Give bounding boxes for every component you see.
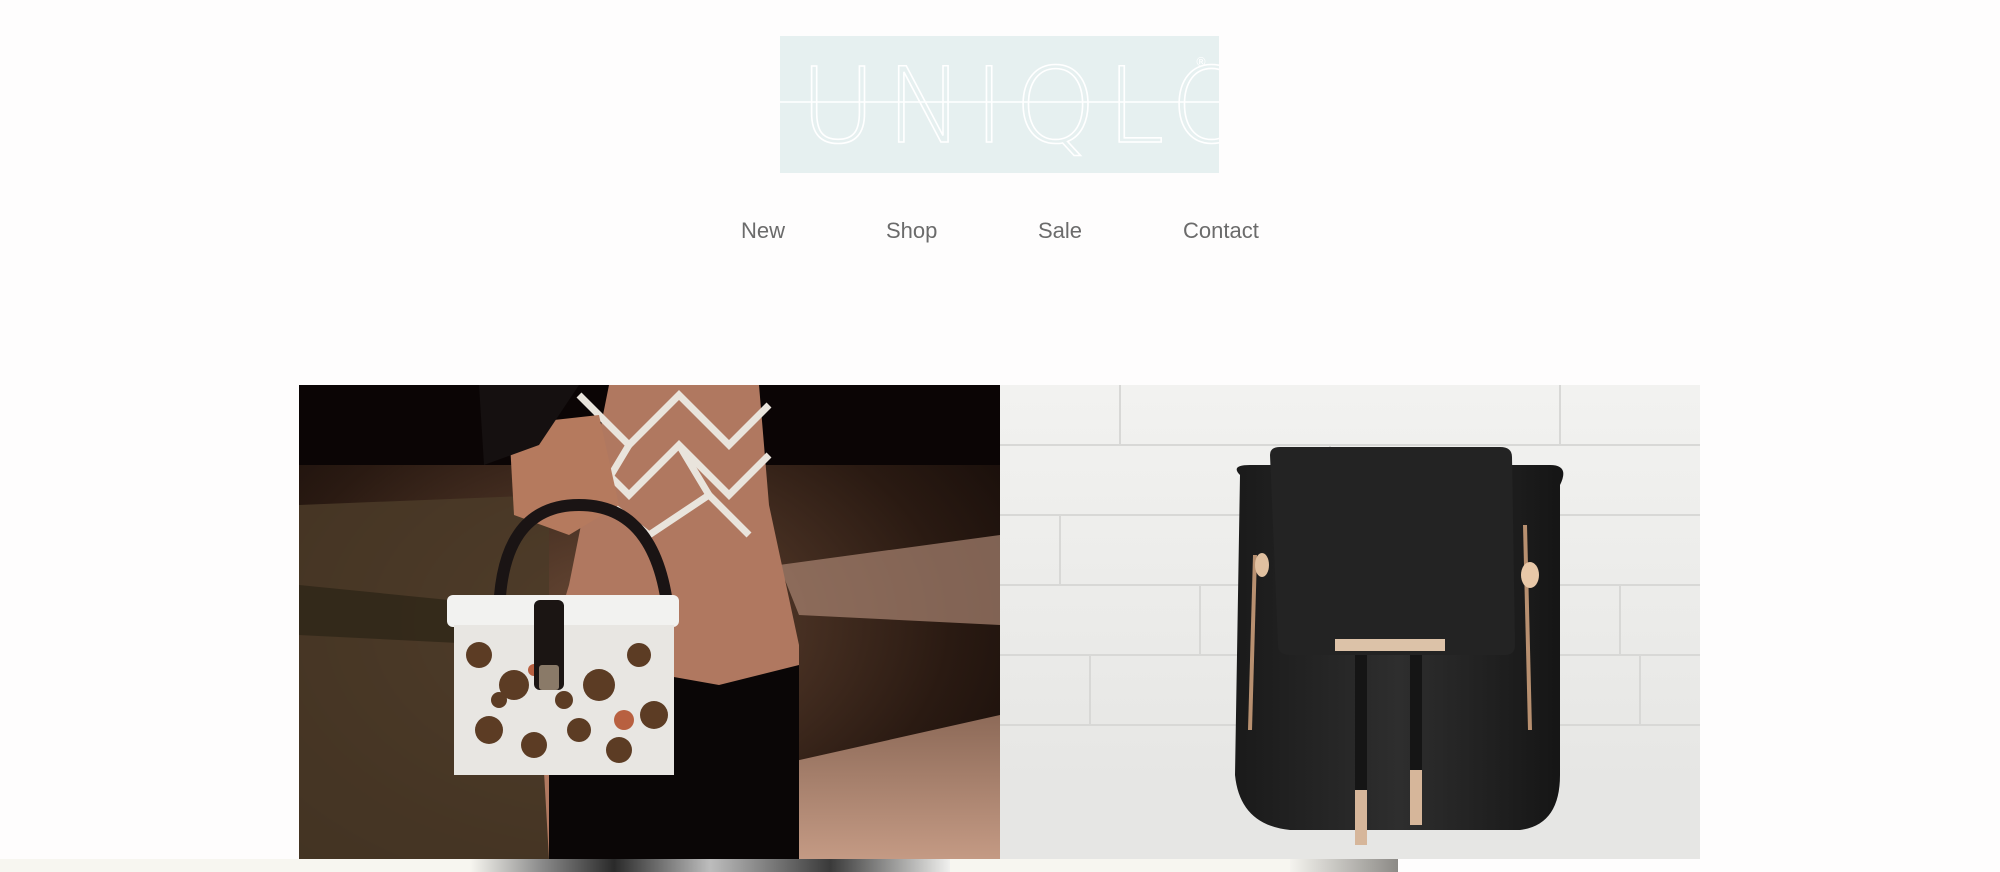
nav-item-contact[interactable]: Contact xyxy=(1183,216,1259,246)
nav-item-sale[interactable]: Sale xyxy=(1038,216,1082,246)
logo-wordmark-graphic: UNIQLO ® xyxy=(780,44,1219,168)
svg-text:UNIQLO: UNIQLO xyxy=(800,45,1219,167)
brand-logo[interactable]: UNIQLO ® xyxy=(780,36,1219,173)
nav-item-shop[interactable]: Shop xyxy=(886,216,937,246)
nav-item-new[interactable]: New xyxy=(741,216,785,246)
svg-text:®: ® xyxy=(1195,55,1207,69)
next-row-preview xyxy=(0,859,1398,872)
next-row-image-right xyxy=(1290,859,1398,872)
handbag-photo xyxy=(299,385,1000,859)
main-nav: New Shop Sale Contact xyxy=(0,216,2000,246)
product-image-backpack[interactable] xyxy=(1000,385,1700,859)
next-row-image-left xyxy=(470,859,950,872)
backpack-photo xyxy=(1000,385,1700,859)
product-image-handbag[interactable] xyxy=(299,385,1000,859)
